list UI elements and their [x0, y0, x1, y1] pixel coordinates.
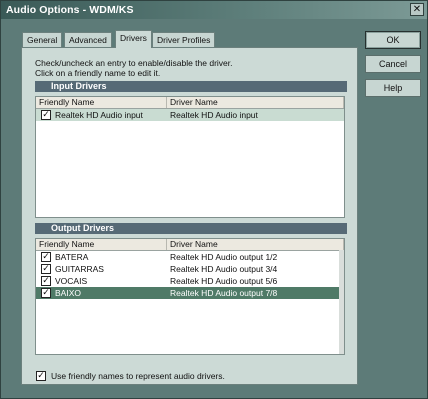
ok-button[interactable]: OK [365, 31, 421, 49]
driver-name: Realtek HD Audio output 3/4 [170, 264, 278, 274]
enable-checkbox[interactable]: ✓ [41, 110, 51, 120]
cancel-button[interactable]: Cancel [365, 55, 421, 73]
output-drivers-header: Output Drivers [35, 223, 347, 234]
friendly-name[interactable]: BATERA [55, 252, 88, 262]
input-driver-row[interactable]: ✓ Realtek HD Audio input Realtek HD Audi… [36, 109, 344, 121]
enable-checkbox[interactable]: ✓ [41, 276, 51, 286]
use-friendly-names-checkbox[interactable]: ✓ [36, 371, 46, 381]
title-bar[interactable]: Audio Options - WDM/KS ✕ [1, 1, 427, 19]
window-title: Audio Options - WDM/KS [6, 4, 134, 16]
column-friendly-name[interactable]: Friendly Name [36, 239, 167, 250]
friendly-name[interactable]: GUITARRAS [55, 264, 104, 274]
drivers-panel: Check/uncheck an entry to enable/disable… [21, 47, 358, 385]
tab-general[interactable]: General [22, 32, 63, 47]
output-driver-row[interactable]: ✓ VOCAIS Realtek HD Audio output 5/6 [36, 275, 344, 287]
input-drivers-header: Input Drivers [35, 81, 347, 92]
input-drivers-list[interactable]: Friendly Name Driver Name ✓ Realtek HD A… [35, 96, 345, 218]
driver-name: Realtek HD Audio output 7/8 [170, 288, 278, 298]
instruction-line-2: Click on a friendly name to edit it. [35, 68, 161, 78]
friendly-name[interactable]: Realtek HD Audio input [55, 110, 143, 120]
output-drivers-list[interactable]: Friendly Name Driver Name ✓ BATERA Realt… [35, 238, 345, 355]
column-driver-name[interactable]: Driver Name [167, 97, 344, 108]
list-scrollbar[interactable] [339, 250, 344, 354]
list-header: Friendly Name Driver Name [36, 239, 344, 251]
tab-driver-profiles[interactable]: Driver Profiles [152, 32, 216, 47]
help-button[interactable]: Help [365, 79, 421, 97]
driver-name: Realtek HD Audio input [170, 110, 258, 120]
use-friendly-names-label[interactable]: Use friendly names to represent audio dr… [51, 371, 225, 381]
friendly-name[interactable]: BAIXO [55, 288, 81, 298]
output-driver-row[interactable]: ✓ GUITARRAS Realtek HD Audio output 3/4 [36, 263, 344, 275]
enable-checkbox[interactable]: ✓ [41, 252, 51, 262]
audio-options-dialog: Audio Options - WDM/KS ✕ General Advance… [0, 0, 428, 399]
instruction-line-1: Check/uncheck an entry to enable/disable… [35, 58, 233, 68]
friendly-name[interactable]: VOCAIS [55, 276, 87, 286]
tab-drivers[interactable]: Drivers [115, 30, 152, 48]
tab-advanced[interactable]: Advanced [64, 32, 112, 47]
list-header: Friendly Name Driver Name [36, 97, 344, 109]
column-friendly-name[interactable]: Friendly Name [36, 97, 167, 108]
enable-checkbox[interactable]: ✓ [41, 288, 51, 298]
driver-name: Realtek HD Audio output 1/2 [170, 252, 278, 262]
output-driver-row-selected[interactable]: ✓ BAIXO Realtek HD Audio output 7/8 [36, 287, 344, 299]
column-driver-name[interactable]: Driver Name [167, 239, 344, 250]
close-button[interactable]: ✕ [410, 3, 424, 16]
output-driver-row[interactable]: ✓ BATERA Realtek HD Audio output 1/2 [36, 251, 344, 263]
enable-checkbox[interactable]: ✓ [41, 264, 51, 274]
driver-name: Realtek HD Audio output 5/6 [170, 276, 278, 286]
